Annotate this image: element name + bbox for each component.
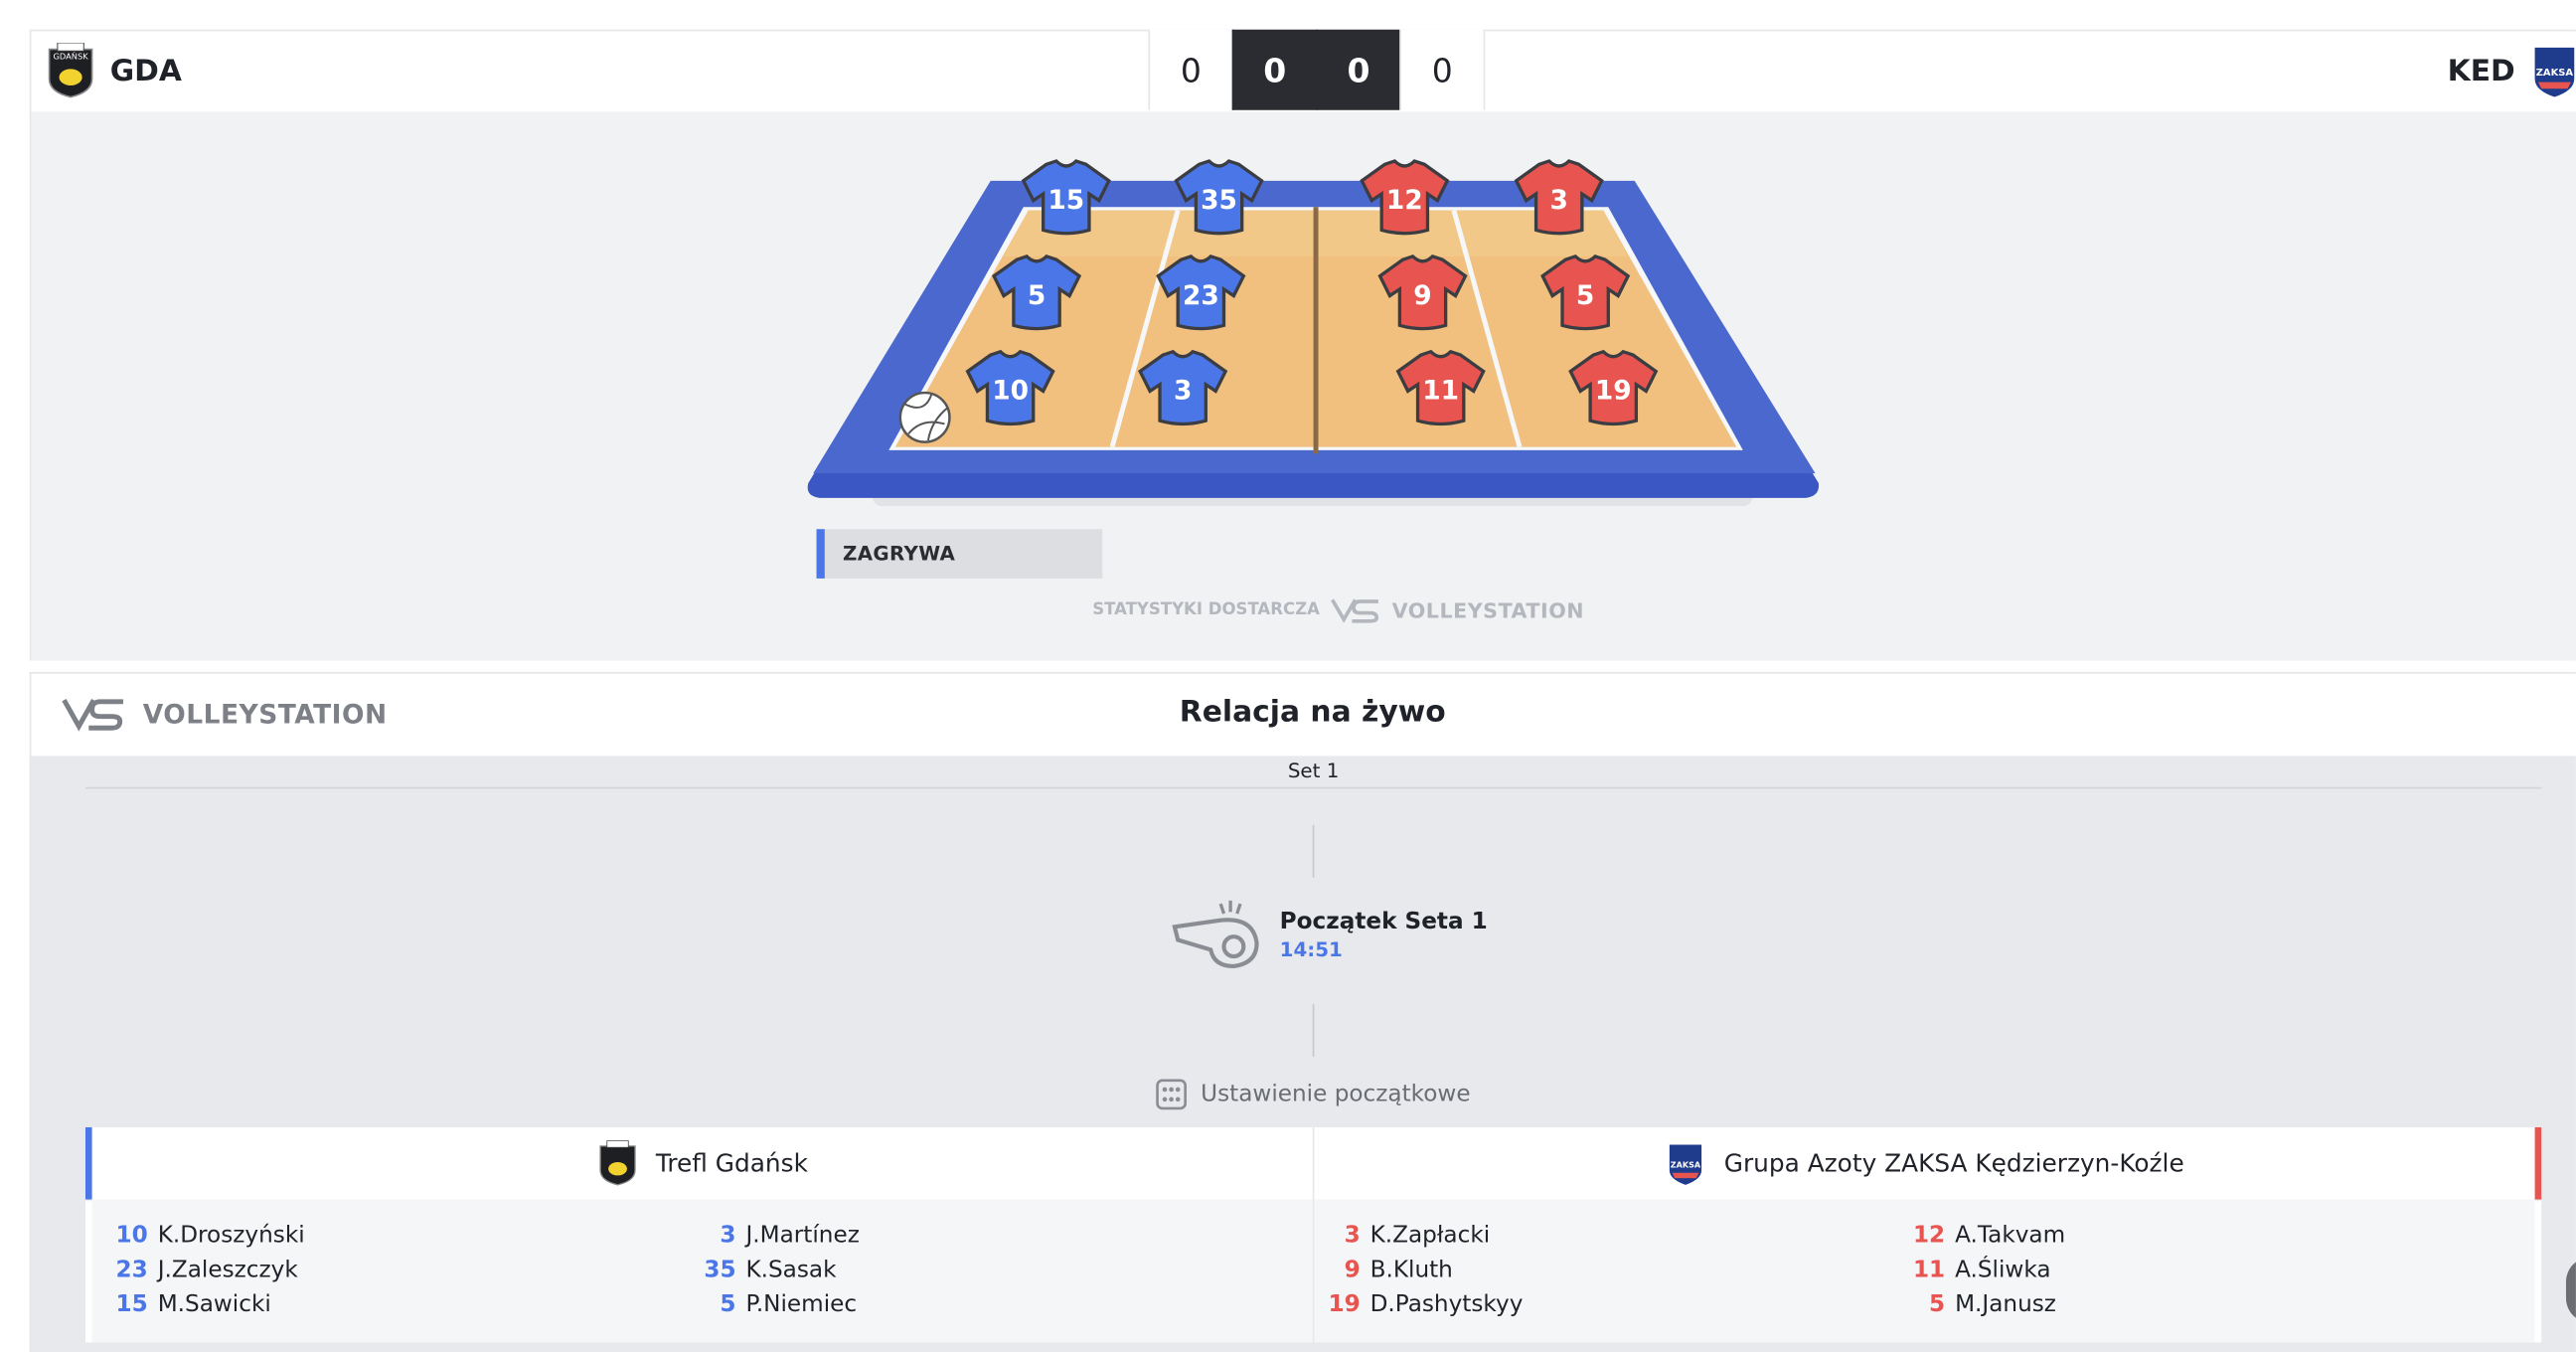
serve-label: ZAGRYWA <box>842 542 956 566</box>
player-row: 10 K.Droszyński <box>115 1222 305 1249</box>
player-row: 15 M.Sawicki <box>115 1290 271 1317</box>
home-team-logo-icon: GDAŃSK <box>48 42 93 98</box>
jersey-number: 3 <box>1549 185 1567 216</box>
volleystation-logo-icon <box>1331 598 1379 623</box>
set-label: Set 1 <box>1287 759 1340 782</box>
jersey-number: 3 <box>1174 376 1192 407</box>
player-row: 5 P.Niemiec <box>720 1290 858 1317</box>
lineup-label-text: Ustawienie początkowe <box>1201 1081 1471 1108</box>
svg-text:ZAKSA: ZAKSA <box>1672 1160 1702 1169</box>
lineup-grid-icon <box>1156 1079 1187 1110</box>
home-team-logo-icon <box>599 1140 636 1186</box>
home-points: 0 <box>1231 29 1317 110</box>
home-team-name: Trefl Gdańsk <box>655 1148 808 1179</box>
whistle-icon <box>1172 900 1259 969</box>
jersey-number: 10 <box>992 376 1029 407</box>
timeline-connector <box>1312 824 1315 878</box>
home-lineup-col-2: 3 J.Martínez 35 K.Sasak 5 P.Niemiec <box>690 1218 860 1321</box>
jersey-number: 12 <box>1386 185 1423 216</box>
home-sets: 0 <box>1148 29 1232 110</box>
player-row: 9 B.Kluth <box>1344 1256 1453 1283</box>
player-row: 11 A.Śliwka <box>1912 1256 2051 1283</box>
home-team-heading[interactable]: Trefl Gdańsk <box>92 1127 1313 1200</box>
player-row: 5 M.Janusz <box>1929 1290 2056 1317</box>
volleyball-court: 15 35 5 23 10 3 12 3 9 5 11 19 <box>807 159 1820 507</box>
set-divider <box>84 786 2542 789</box>
score-box: 0 0 0 0 <box>1148 29 1486 110</box>
away-team[interactable]: KED ZAKSA <box>2448 43 2576 98</box>
away-team-logo-icon: ZAKSA <box>1670 1144 1702 1185</box>
player-row: 3 K.Zapłacki <box>1344 1222 1491 1249</box>
away-lineup-col-1: 3 K.Zapłacki 9 B.Kluth 19 D.Pashytskyy <box>1314 1218 1523 1321</box>
timeline-connector <box>1312 1003 1315 1057</box>
event-title: Początek Seta 1 <box>1279 909 1488 935</box>
starting-lineup-label: Ustawienie początkowe <box>31 1078 2575 1110</box>
lineup-split <box>1312 1126 1315 1343</box>
live-relation-title: Relacja na żywo <box>1179 695 1446 730</box>
serve-team-bar <box>816 529 825 579</box>
svg-text:ZAKSA: ZAKSA <box>2536 68 2574 79</box>
jersey-number: 23 <box>1183 280 1219 311</box>
court-panel: 15 35 5 23 10 3 12 3 9 5 11 19 ZAGRYWA STATYSTYKI D… <box>29 111 2576 661</box>
away-team-code: KED <box>2447 53 2515 88</box>
home-team[interactable]: GDAŃSK GDA <box>45 42 182 98</box>
away-team-name: Grupa Azoty ZAKSA Kędzierzyn-Koźle <box>1723 1148 2184 1179</box>
svg-text:GDAŃSK: GDAŃSK <box>54 51 89 62</box>
away-points: 0 <box>1316 29 1400 110</box>
jersey-number: 15 <box>1047 185 1084 216</box>
jersey-number: 5 <box>1576 280 1594 311</box>
jersey-number: 35 <box>1201 185 1237 216</box>
away-team-logo-icon: ZAKSA <box>2534 47 2575 97</box>
lineup-card: Trefl Gdańsk ZAKSA Grupa Azoty ZAKSA Kęd… <box>84 1126 2542 1343</box>
player-row: 23 J.Zaleszczyk <box>115 1256 298 1283</box>
jersey-number: 19 <box>1595 376 1632 407</box>
home-lineup-col-1: 10 K.Droszyński 23 J.Zaleszczyk 15 M.Sawick… <box>101 1218 305 1321</box>
away-color-bar <box>2534 1126 2542 1200</box>
live-relation-feed: Set 1 Początek Seta 1 14:51 Ustawienie p… <box>29 756 2576 1352</box>
home-color-bar <box>84 1126 92 1200</box>
home-lineup: 10 K.Droszyński 23 J.Zaleszczyk 15 M.Sawick… <box>91 1199 1313 1343</box>
player-row: 35 K.Sasak <box>704 1256 837 1283</box>
volleyball-icon <box>898 391 951 443</box>
serve-indicator: ZAGRYWA <box>816 529 1103 579</box>
jersey-number: 5 <box>1028 280 1046 311</box>
away-sets: 0 <box>1399 29 1486 110</box>
jersey-number: 9 <box>1413 280 1431 311</box>
scoreboard: GDAŃSK GDA 0 0 0 0 KED ZAKSA <box>29 29 2576 114</box>
event-set-start: Początek Seta 1 14:51 <box>1172 898 1488 973</box>
away-lineup: 3 K.Zapłacki 9 B.Kluth 19 D.Pashytskyy 12 A.… <box>1314 1199 2535 1343</box>
provided-by-label: STATYSTYKI DOSTARCZA <box>1092 600 1320 619</box>
jersey-number: 11 <box>1422 376 1459 407</box>
live-relation-header: VOLLEYSTATION Relacja na żywo <box>29 672 2576 757</box>
event-time: 14:51 <box>1279 937 1343 962</box>
away-team-heading[interactable]: ZAKSA Grupa Azoty ZAKSA Kędzierzyn-Koźle <box>1314 1127 2534 1200</box>
player-row: 3 J.Martínez <box>720 1222 860 1249</box>
provider-brand: VOLLEYSTATION <box>1391 596 1585 622</box>
home-team-code: GDA <box>109 53 182 88</box>
player-row: 12 A.Takvam <box>1912 1222 2066 1249</box>
away-lineup-col-2: 12 A.Takvam 11 A.Śliwka 5 M.Janusz <box>1899 1218 2065 1321</box>
match-widget: GDAŃSK GDA 0 0 0 0 KED ZAKSA 15 35 5 23 … <box>0 0 2576 1352</box>
player-row: 19 D.Pashytskyy <box>1328 1290 1524 1317</box>
stats-provider[interactable]: STATYSTYKI DOSTARCZA VOLLEYSTATION <box>1092 594 1584 624</box>
